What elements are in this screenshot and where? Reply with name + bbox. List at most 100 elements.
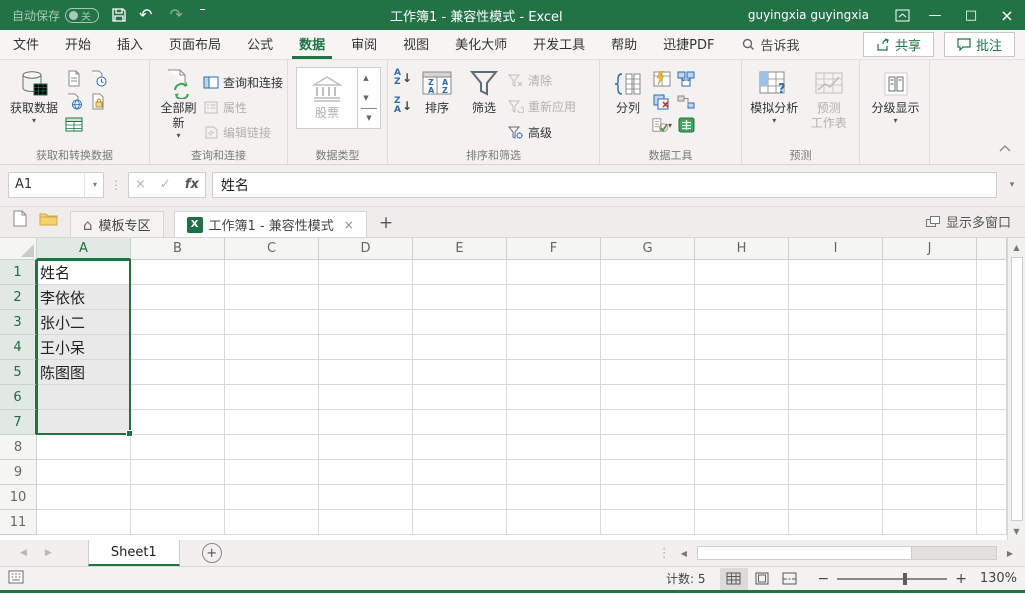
cell-G7[interactable] [601,410,695,435]
cell-J9[interactable] [883,460,977,485]
cell-C7[interactable] [225,410,319,435]
cell-E2[interactable] [413,285,507,310]
ribbon-tab-开发工具[interactable]: 开发工具 [526,30,592,59]
cell-J5[interactable] [883,360,977,385]
cell-partial-2[interactable] [977,285,1007,310]
cell-G5[interactable] [601,360,695,385]
col-header-E[interactable]: E [413,238,507,260]
cell-H3[interactable] [695,310,789,335]
existing-connections-icon[interactable] [88,91,108,111]
cell-A5[interactable]: 陈图图 [37,360,131,385]
col-header-H[interactable]: H [695,238,789,260]
data-validation-icon[interactable]: ▾ [652,115,672,135]
comments-button[interactable]: 批注 [944,32,1015,57]
hscroll-left-icon[interactable]: ◀ [677,549,691,558]
cell-I11[interactable] [789,510,883,535]
cell-E10[interactable] [413,485,507,510]
data-types-gallery-scroll[interactable]: ▲ ▼ ▼ [358,67,381,129]
cell-I10[interactable] [789,485,883,510]
manage-data-model-icon[interactable] [676,115,696,135]
close-button[interactable]: × [989,0,1025,30]
share-button[interactable]: 共享 [863,32,934,57]
cell-partial-1[interactable] [977,260,1007,285]
ribbon-tab-迅捷PDF[interactable]: 迅捷PDF [656,30,721,59]
zoom-percentage[interactable]: 130% [975,571,1017,586]
cell-D10[interactable] [319,485,413,510]
cell-A1[interactable]: 姓名 [37,260,131,285]
new-document-icon[interactable] [12,210,27,231]
cell-F10[interactable] [507,485,601,510]
zoom-out-button[interactable]: − [818,571,830,587]
cell-B7[interactable] [131,410,225,435]
row-header-10[interactable]: 10 [0,485,37,510]
workbook-document-tab[interactable]: X 工作簿1 - 兼容性模式 × [174,211,367,237]
ribbon-tab-开始[interactable]: 开始 [58,30,98,59]
hscroll-right-icon[interactable]: ▶ [1003,549,1017,558]
col-header-C[interactable]: C [225,238,319,260]
cell-H5[interactable] [695,360,789,385]
cell-J7[interactable] [883,410,977,435]
sheet-tab-sheet1[interactable]: Sheet1 [88,540,180,566]
cell-A2[interactable]: 李依依 [37,285,131,310]
cell-C10[interactable] [225,485,319,510]
row-header-11[interactable]: 11 [0,510,37,535]
advanced-filter-button[interactable]: 高级 [508,121,576,143]
cell-partial-8[interactable] [977,435,1007,460]
formula-bar-splitter[interactable]: ⋮ [110,178,122,192]
cell-J6[interactable] [883,385,977,410]
ribbon-tab-公式[interactable]: 公式 [240,30,280,59]
cancel-entry-button[interactable]: × [135,177,146,192]
cell-E3[interactable] [413,310,507,335]
cell-D11[interactable] [319,510,413,535]
cell-C6[interactable] [225,385,319,410]
col-header-J[interactable]: J [883,238,977,260]
page-break-view-button[interactable] [776,568,804,590]
cell-G8[interactable] [601,435,695,460]
flash-fill-icon[interactable] [652,69,672,89]
new-sheet-button[interactable]: + [202,543,222,563]
show-multiple-windows-button[interactable]: 显示多窗口 [926,212,1025,237]
cell-E9[interactable] [413,460,507,485]
ribbon-tab-审阅[interactable]: 审阅 [344,30,384,59]
name-box-dropdown-icon[interactable]: ▾ [84,173,97,197]
cell-F9[interactable] [507,460,601,485]
cell-H7[interactable] [695,410,789,435]
cell-E1[interactable] [413,260,507,285]
cell-E7[interactable] [413,410,507,435]
ribbon-tab-视图[interactable]: 视图 [396,30,436,59]
cell-G2[interactable] [601,285,695,310]
col-header-A[interactable]: A [37,238,131,260]
col-header-B[interactable]: B [131,238,225,260]
ribbon-display-options-button[interactable] [887,0,917,30]
cell-A8[interactable] [37,435,131,460]
cell-F2[interactable] [507,285,601,310]
cell-A10[interactable] [37,485,131,510]
from-web-icon[interactable] [64,91,84,111]
cell-J11[interactable] [883,510,977,535]
gallery-up-icon[interactable]: ▲ [358,68,374,88]
row-header-9[interactable]: 9 [0,460,37,485]
scroll-down-icon[interactable]: ▼ [1008,522,1025,540]
cell-I7[interactable] [789,410,883,435]
cell-I9[interactable] [789,460,883,485]
cell-D5[interactable] [319,360,413,385]
cell-D4[interactable] [319,335,413,360]
scroll-up-icon[interactable]: ▲ [1008,238,1025,256]
cell-E6[interactable] [413,385,507,410]
cell-G6[interactable] [601,385,695,410]
zoom-in-button[interactable]: + [955,571,967,587]
vertical-scrollbar-thumb[interactable] [1011,257,1023,521]
cell-I5[interactable] [789,360,883,385]
cell-E8[interactable] [413,435,507,460]
cell-C11[interactable] [225,510,319,535]
cell-F11[interactable] [507,510,601,535]
cell-B9[interactable] [131,460,225,485]
gallery-more-icon[interactable]: ▼ [361,108,377,127]
cell-J3[interactable] [883,310,977,335]
cell-G10[interactable] [601,485,695,510]
cell-C4[interactable] [225,335,319,360]
cell-H2[interactable] [695,285,789,310]
col-header-I[interactable]: I [789,238,883,260]
ribbon-tab-帮助[interactable]: 帮助 [604,30,644,59]
collapse-ribbon-button[interactable] [999,137,1011,156]
